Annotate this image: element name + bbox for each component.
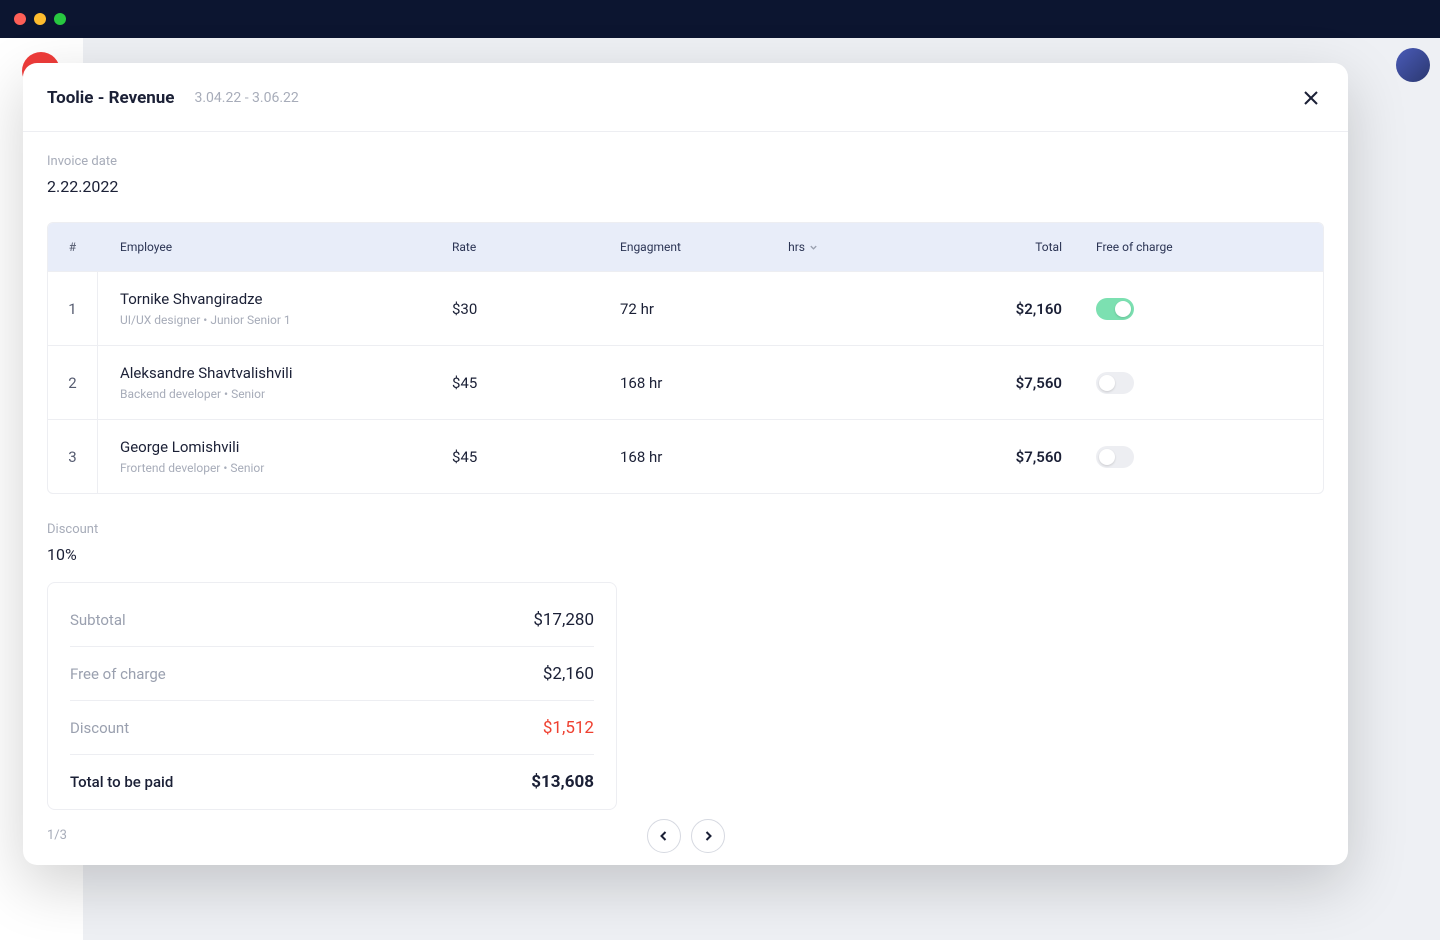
window-close-button[interactable] bbox=[14, 13, 26, 25]
discount-label: Discount bbox=[47, 522, 1324, 537]
prev-button[interactable] bbox=[647, 819, 681, 853]
engagement-cell: 168 hr bbox=[600, 448, 944, 466]
foc-toggle[interactable] bbox=[1096, 372, 1134, 394]
rate-cell: $45 bbox=[430, 448, 600, 466]
table-row: 1 Tornike Shvangiradze UI/UX designer • … bbox=[48, 271, 1323, 345]
row-index: 2 bbox=[48, 346, 98, 419]
employee-role: Backend developer • Senior bbox=[120, 387, 430, 401]
employee-name: George Lomishvili bbox=[120, 438, 430, 456]
total-cell: $2,160 bbox=[944, 300, 1074, 318]
total-value: $13,608 bbox=[531, 772, 594, 792]
employee-role: Frortend developer • Senior bbox=[120, 461, 430, 475]
window-minimize-button[interactable] bbox=[34, 13, 46, 25]
employee-role: UI/UX designer • Junior Senior 1 bbox=[120, 313, 430, 327]
subtotal-value: $17,280 bbox=[533, 610, 594, 630]
engagement-label: Engagment bbox=[620, 240, 681, 254]
discount-value: 10% bbox=[47, 545, 1324, 564]
row-index: 1 bbox=[48, 272, 98, 345]
foc-cell bbox=[1074, 298, 1323, 320]
invoice-date-label: Invoice date bbox=[47, 154, 1324, 169]
modal-header: Toolie - Revenue 3.04.22 - 3.06.22 bbox=[23, 63, 1348, 132]
window-titlebar bbox=[0, 0, 1440, 38]
modal-footer: 1/3 bbox=[23, 828, 1348, 865]
employee-table: # Employee Rate Engagment hrs Total Free… bbox=[47, 222, 1324, 494]
summary-row-subtotal: Subtotal $17,280 bbox=[70, 593, 594, 647]
foc-label: Free of charge bbox=[70, 665, 166, 683]
summary-row-total: Total to be paid $13,608 bbox=[70, 755, 594, 809]
foc-toggle[interactable] bbox=[1096, 298, 1134, 320]
avatar[interactable] bbox=[1396, 48, 1430, 82]
rate-cell: $30 bbox=[430, 300, 600, 318]
foc-cell bbox=[1074, 372, 1323, 394]
page-indicator: 1/3 bbox=[47, 828, 67, 843]
column-header-employee[interactable]: Employee bbox=[98, 240, 430, 254]
close-button[interactable] bbox=[1298, 85, 1324, 111]
modal-title: Toolie - Revenue bbox=[47, 88, 175, 108]
rate-cell: $45 bbox=[430, 374, 600, 392]
modal-body: Invoice date 2.22.2022 # Employee Rate E… bbox=[23, 132, 1348, 820]
revenue-modal: Toolie - Revenue 3.04.22 - 3.06.22 Invoi… bbox=[23, 63, 1348, 865]
row-index: 3 bbox=[48, 420, 98, 493]
foc-value: $2,160 bbox=[543, 664, 594, 684]
summary-row-foc: Free of charge $2,160 bbox=[70, 647, 594, 701]
invoice-date-value: 2.22.2022 bbox=[47, 177, 1324, 196]
chevron-down-icon bbox=[809, 243, 818, 252]
summary-row-discount: Discount $1,512 bbox=[70, 701, 594, 755]
subtotal-label: Subtotal bbox=[70, 611, 126, 629]
pager-buttons bbox=[647, 819, 725, 853]
hrs-sort[interactable]: hrs bbox=[788, 240, 818, 254]
employee-name: Tornike Shvangiradze bbox=[120, 290, 430, 308]
discount-section: Discount 10% bbox=[47, 522, 1324, 564]
discount-amount: $1,512 bbox=[543, 718, 594, 738]
employee-cell: Tornike Shvangiradze UI/UX designer • Ju… bbox=[98, 290, 430, 327]
column-header-engagement[interactable]: Engagment hrs bbox=[600, 240, 944, 254]
column-header-rate[interactable]: Rate bbox=[430, 240, 600, 254]
chevron-right-icon bbox=[702, 830, 714, 842]
hrs-label: hrs bbox=[788, 240, 805, 254]
total-cell: $7,560 bbox=[944, 374, 1074, 392]
table-row: 3 George Lomishvili Frortend developer •… bbox=[48, 419, 1323, 493]
window-maximize-button[interactable] bbox=[54, 13, 66, 25]
chevron-left-icon bbox=[658, 830, 670, 842]
employee-name: Aleksandre Shavtvalishvili bbox=[120, 364, 430, 382]
employee-cell: Aleksandre Shavtvalishvili Backend devel… bbox=[98, 364, 430, 401]
foc-cell bbox=[1074, 446, 1323, 468]
column-header-foc[interactable]: Free of charge bbox=[1074, 240, 1323, 254]
engagement-cell: 168 hr bbox=[600, 374, 944, 392]
modal-date-range: 3.04.22 - 3.06.22 bbox=[195, 90, 299, 106]
column-header-index: # bbox=[48, 223, 98, 271]
total-label: Total to be paid bbox=[70, 773, 173, 791]
total-cell: $7,560 bbox=[944, 448, 1074, 466]
employee-cell: George Lomishvili Frortend developer • S… bbox=[98, 438, 430, 475]
table-header: # Employee Rate Engagment hrs Total Free… bbox=[48, 223, 1323, 271]
summary-box: Subtotal $17,280 Free of charge $2,160 D… bbox=[47, 582, 617, 810]
foc-toggle[interactable] bbox=[1096, 446, 1134, 468]
next-button[interactable] bbox=[691, 819, 725, 853]
column-header-total[interactable]: Total bbox=[944, 240, 1074, 254]
close-icon bbox=[1302, 89, 1320, 107]
discount-label: Discount bbox=[70, 719, 129, 737]
engagement-cell: 72 hr bbox=[600, 300, 944, 318]
table-row: 2 Aleksandre Shavtvalishvili Backend dev… bbox=[48, 345, 1323, 419]
